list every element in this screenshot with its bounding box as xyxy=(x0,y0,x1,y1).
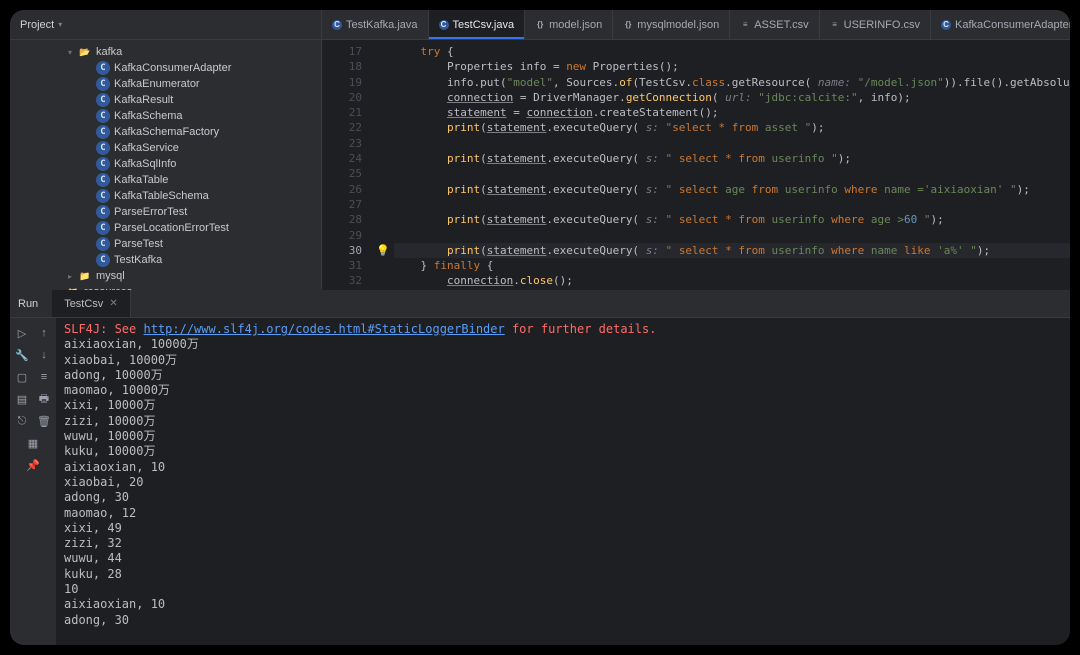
up-button[interactable]: ↑ xyxy=(35,324,53,342)
tree-item-label: KafkaSqlInfo xyxy=(114,158,176,170)
rerun-button[interactable]: ▷ xyxy=(13,324,31,342)
tree-item[interactable]: ▸📁mysql xyxy=(10,268,321,284)
tree-item-label: KafkaTableSchema xyxy=(114,190,209,202)
gutter-marks: 💡 xyxy=(372,40,394,290)
lightbulb-icon[interactable]: 💡 xyxy=(372,243,394,258)
project-header[interactable]: Project ▾ xyxy=(10,10,321,40)
chevron-down-icon: ▾ xyxy=(58,20,62,29)
slf4j-link[interactable]: http://www.slf4j.org/codes.html#StaticLo… xyxy=(143,322,504,336)
stop-button[interactable]: ▢ xyxy=(13,368,31,386)
editor-tab[interactable]: CTestKafka.java xyxy=(322,10,429,39)
tree-item[interactable]: CKafkaEnumerator xyxy=(10,76,321,92)
tree-item[interactable]: ▾📂kafka xyxy=(10,44,321,60)
tree-item[interactable]: CTestKafka xyxy=(10,252,321,268)
editor-tab[interactable]: CKafkaConsumerAdapter.java xyxy=(931,10,1070,39)
grid-icon[interactable]: ▦ xyxy=(24,434,42,452)
tree-item-label: ParseErrorTest xyxy=(114,206,187,218)
wrench-icon[interactable]: 🔧 xyxy=(13,346,31,364)
trash-icon[interactable]: 🗑 xyxy=(35,412,53,430)
run-tool-window: Run TestCsv ✕ ▷↑ 🔧↓ ▢≡ ▤🖶 ⎋🗑 ▦ 📌 SLF4J: … xyxy=(10,290,1070,645)
editor-tabs: CTestKafka.javaCTestCsv.java{}model.json… xyxy=(322,10,1070,40)
layout-icon[interactable]: ▤ xyxy=(13,390,31,408)
tree-item-label: TestKafka xyxy=(114,254,162,266)
project-tool-window: Project ▾ ▾📂kafkaCKafkaConsumerAdapterCK… xyxy=(10,10,322,290)
tree-item[interactable]: CKafkaSqlInfo xyxy=(10,156,321,172)
tab-label: TestCsv.java xyxy=(453,19,515,31)
print-icon[interactable]: 🖶 xyxy=(35,390,53,408)
editor-body[interactable]: 1718192021222324252627282930313233 💡 try… xyxy=(322,40,1070,290)
tab-label: mysqlmodel.json xyxy=(637,19,719,31)
run-tab[interactable]: TestCsv ✕ xyxy=(52,290,131,317)
editor-tab[interactable]: ≡ASSET.csv xyxy=(730,10,819,39)
tree-item[interactable]: CKafkaService xyxy=(10,140,321,156)
editor-tab[interactable]: {}model.json xyxy=(525,10,613,39)
console-output[interactable]: SLF4J: See http://www.slf4j.org/codes.ht… xyxy=(56,318,1070,645)
tree-item[interactable]: CParseErrorTest xyxy=(10,204,321,220)
tree-item-label: KafkaService xyxy=(114,142,179,154)
tree-item-label: ParseTest xyxy=(114,238,163,250)
tab-label: USERINFO.csv xyxy=(844,19,920,31)
tree-item[interactable]: CParseTest xyxy=(10,236,321,252)
tree-item[interactable]: CKafkaSchema xyxy=(10,108,321,124)
tree-item[interactable]: CKafkaTable xyxy=(10,172,321,188)
tree-item[interactable]: CKafkaConsumerAdapter xyxy=(10,60,321,76)
down-button[interactable]: ↓ xyxy=(35,346,53,364)
editor-tab[interactable]: ≡USERINFO.csv xyxy=(820,10,931,39)
tab-label: ASSET.csv xyxy=(754,19,808,31)
run-header: Run TestCsv ✕ xyxy=(10,290,1070,318)
tab-label: model.json xyxy=(549,19,602,31)
gutter: 1718192021222324252627282930313233 xyxy=(322,40,372,290)
close-icon[interactable]: ✕ xyxy=(109,298,117,309)
tab-label: TestKafka.java xyxy=(346,19,418,31)
tree-item[interactable]: CParseLocationErrorTest xyxy=(10,220,321,236)
tree-item-label: KafkaEnumerator xyxy=(114,78,200,90)
tree-item[interactable]: CKafkaResult xyxy=(10,92,321,108)
tab-label: KafkaConsumerAdapter.java xyxy=(955,19,1070,31)
tree-item-label: ParseLocationErrorTest xyxy=(114,222,229,234)
tree-item-label: mysql xyxy=(96,270,125,282)
tree-item-label: kafka xyxy=(96,46,122,58)
run-toolbar: ▷↑ 🔧↓ ▢≡ ▤🖶 ⎋🗑 ▦ 📌 xyxy=(10,318,56,645)
project-label: Project xyxy=(20,19,54,31)
editor-tab[interactable]: CTestCsv.java xyxy=(429,10,526,39)
tree-item-label: KafkaTable xyxy=(114,174,168,186)
exit-icon[interactable]: ⎋ xyxy=(13,412,31,430)
tree-item-label: KafkaSchemaFactory xyxy=(114,126,219,138)
tree-item-label: KafkaSchema xyxy=(114,110,182,122)
filter-icon[interactable]: ≡ xyxy=(35,368,53,386)
run-label[interactable]: Run xyxy=(18,298,38,310)
pin-icon[interactable]: 📌 xyxy=(24,456,42,474)
tree-item-label: KafkaResult xyxy=(114,94,173,106)
tree-item[interactable]: CKafkaSchemaFactory xyxy=(10,124,321,140)
editor-tab[interactable]: {}mysqlmodel.json xyxy=(613,10,730,39)
code-area[interactable]: try { Properties info = new Properties()… xyxy=(394,40,1070,290)
tree-item-label: KafkaConsumerAdapter xyxy=(114,62,231,74)
tree-item[interactable]: CKafkaTableSchema xyxy=(10,188,321,204)
run-tab-label: TestCsv xyxy=(64,298,103,310)
project-tree[interactable]: ▾📂kafkaCKafkaConsumerAdapterCKafkaEnumer… xyxy=(10,40,321,290)
editor-area: CTestKafka.javaCTestCsv.java{}model.json… xyxy=(322,10,1070,290)
